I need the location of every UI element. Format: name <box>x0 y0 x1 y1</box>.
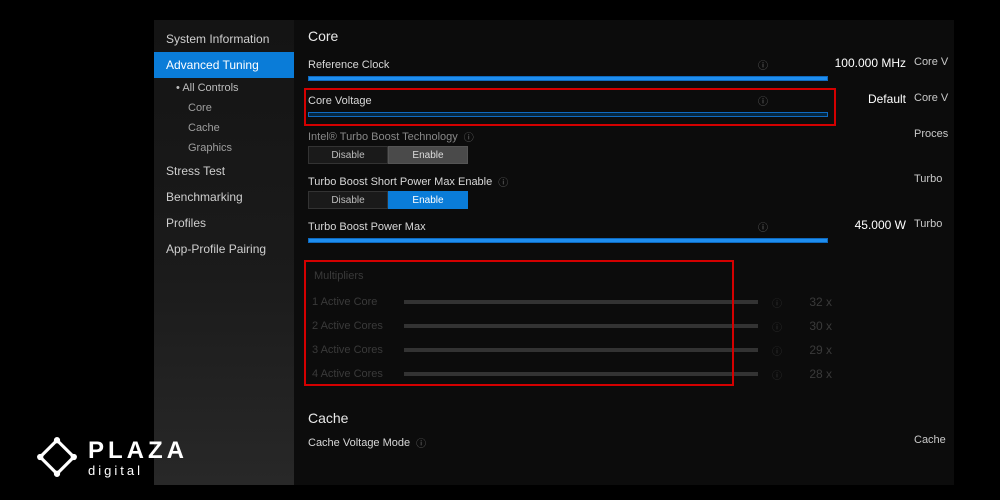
turbo-tech-enable: Enable <box>388 146 468 164</box>
content-area: Core Reference Clock ⓘ 100.000 MHz Core … <box>294 20 954 485</box>
mult-1-slider <box>404 300 758 304</box>
proposed-col-pm: Turbo <box>914 218 954 230</box>
multipliers-group: Multipliers 1 Active Core ⓘ 32 x 2 Activ… <box>308 262 836 396</box>
short-power-max-label: Turbo Boost Short Power Max Enable <box>308 176 492 188</box>
mult-row-4: 4 Active Cores ⓘ 28 x <box>312 362 832 386</box>
mult-2-label: 2 Active Cores <box>312 320 404 332</box>
nav-core[interactable]: Core <box>154 98 294 118</box>
turbo-tech-disable: Disable <box>308 146 388 164</box>
row-reference-clock: Reference Clock ⓘ 100.000 MHz Core V <box>308 54 954 90</box>
reference-clock-slider[interactable] <box>308 76 828 81</box>
proposed-col-cv: Core V <box>914 92 954 104</box>
proposed-col-tt: Proces <box>914 128 954 140</box>
tuning-panel: System Information Advanced Tuning All C… <box>154 20 954 485</box>
nav-stress-test[interactable]: Stress Test <box>154 158 294 184</box>
info-icon: ⓘ <box>772 343 782 358</box>
proposed-col-cache: Cache <box>914 434 954 446</box>
mult-4-label: 4 Active Cores <box>312 368 404 380</box>
info-icon: ⓘ <box>772 367 782 382</box>
short-power-max-enable[interactable]: Enable <box>388 191 468 209</box>
row-core-voltage: Core Voltage ⓘ Default Core V <box>308 90 954 126</box>
watermark-logo: PLAZA digital <box>36 436 188 478</box>
logo-icon <box>36 436 78 478</box>
info-icon: ⓘ <box>772 295 782 310</box>
power-max-value: 45.000 W <box>855 218 906 232</box>
multipliers-title: Multipliers <box>314 270 832 282</box>
power-max-slider[interactable] <box>308 238 828 243</box>
proposed-col-spm: Turbo <box>914 173 954 185</box>
nav-graphics[interactable]: Graphics <box>154 138 294 158</box>
core-voltage-slider[interactable] <box>308 112 828 117</box>
sidebar: System Information Advanced Tuning All C… <box>154 20 294 485</box>
logo-text-2: digital <box>88 463 188 478</box>
mult-2-slider <box>404 324 758 328</box>
core-voltage-value: Default <box>868 92 906 106</box>
nav-cache[interactable]: Cache <box>154 118 294 138</box>
mult-4-slider <box>404 372 758 376</box>
info-icon[interactable]: ⓘ <box>416 435 426 450</box>
row-turbo-tech: Intel® Turbo Boost Technology ⓘ Proces D… <box>308 126 954 171</box>
core-voltage-label: Core Voltage <box>308 95 372 107</box>
turbo-tech-label: Intel® Turbo Boost Technology <box>308 131 458 143</box>
mult-row-2: 2 Active Cores ⓘ 30 x <box>312 314 832 338</box>
proposed-col-ref: Core V <box>914 56 954 68</box>
info-icon[interactable]: ⓘ <box>758 57 768 72</box>
nav-all-controls[interactable]: All Controls <box>154 78 294 98</box>
mult-3-value: 29 x <box>792 343 832 357</box>
short-power-max-disable[interactable]: Disable <box>308 191 388 209</box>
mult-1-value: 32 x <box>792 295 832 309</box>
row-cache-voltage-mode: Cache Voltage Mode ⓘ Cache <box>308 432 954 453</box>
row-power-max: Turbo Boost Power Max ⓘ 45.000 W Turbo <box>308 216 954 252</box>
info-icon: ⓘ <box>772 319 782 334</box>
section-cache-title: Cache <box>308 410 954 426</box>
logo-text-1: PLAZA <box>88 437 188 465</box>
nav-profiles[interactable]: Profiles <box>154 210 294 236</box>
cache-voltage-mode-label: Cache Voltage Mode <box>308 437 410 449</box>
mult-4-value: 28 x <box>792 367 832 381</box>
section-core-title: Core <box>308 28 954 44</box>
mult-row-3: 3 Active Cores ⓘ 29 x <box>312 338 832 362</box>
reference-clock-label: Reference Clock <box>308 59 389 71</box>
info-icon[interactable]: ⓘ <box>498 174 508 189</box>
row-short-power-max: Turbo Boost Short Power Max Enable ⓘ Tur… <box>308 171 954 216</box>
short-power-max-toggle[interactable]: Disable Enable <box>308 191 468 209</box>
mult-2-value: 30 x <box>792 319 832 333</box>
nav-system-info[interactable]: System Information <box>154 26 294 52</box>
nav-advanced-tuning[interactable]: Advanced Tuning <box>154 52 294 78</box>
info-icon[interactable]: ⓘ <box>758 219 768 234</box>
power-max-label: Turbo Boost Power Max <box>308 221 426 233</box>
mult-3-label: 3 Active Cores <box>312 344 404 356</box>
nav-benchmarking[interactable]: Benchmarking <box>154 184 294 210</box>
info-icon[interactable]: ⓘ <box>464 129 474 144</box>
mult-1-label: 1 Active Core <box>312 296 404 308</box>
turbo-tech-toggle: Disable Enable <box>308 146 468 164</box>
nav-app-profile-pairing[interactable]: App-Profile Pairing <box>154 236 294 262</box>
info-icon[interactable]: ⓘ <box>758 93 768 108</box>
reference-clock-value: 100.000 MHz <box>835 56 906 70</box>
mult-row-1: 1 Active Core ⓘ 32 x <box>312 290 832 314</box>
mult-3-slider <box>404 348 758 352</box>
